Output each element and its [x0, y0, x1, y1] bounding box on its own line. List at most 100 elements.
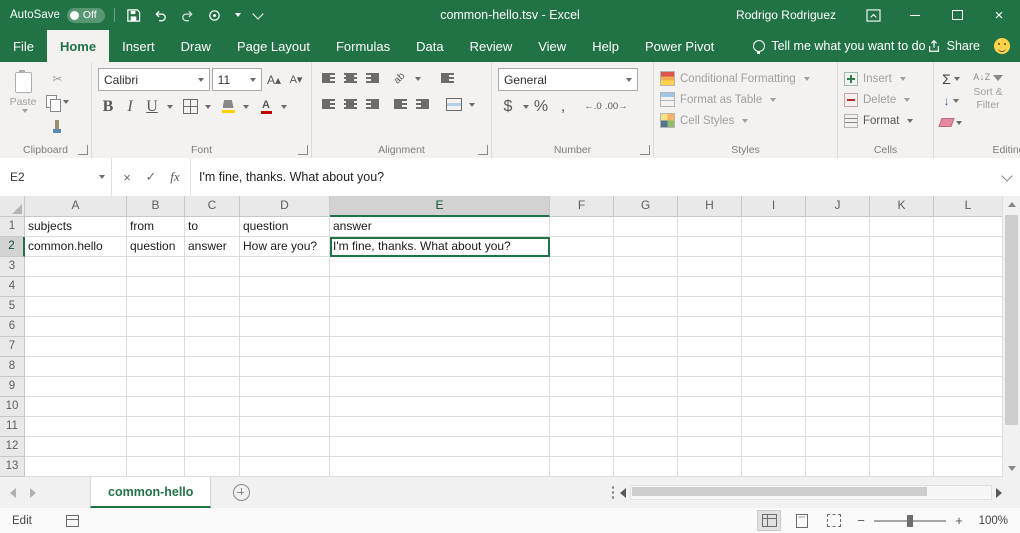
cell-C6[interactable]	[185, 317, 240, 337]
cell-J7[interactable]	[806, 337, 870, 357]
cell-C11[interactable]	[185, 417, 240, 437]
tab-draw[interactable]: Draw	[168, 30, 224, 62]
cell-A13[interactable]	[25, 457, 127, 477]
cell-E10[interactable]	[330, 397, 550, 417]
accounting-dropdown-icon[interactable]	[523, 105, 529, 109]
enter-entry-button[interactable]: ✓	[140, 165, 162, 189]
column-header-E[interactable]: E	[330, 196, 550, 217]
cell-H7[interactable]	[678, 337, 742, 357]
row-header-9[interactable]: 9	[0, 377, 25, 397]
row-header-8[interactable]: 8	[0, 357, 25, 377]
cell-D8[interactable]	[240, 357, 330, 377]
fill-button[interactable]: ↓	[940, 90, 962, 111]
vertical-scrollbar-thumb[interactable]	[1005, 215, 1018, 425]
scroll-right-button[interactable]	[996, 488, 1002, 498]
cell-A1[interactable]: subjects	[25, 217, 127, 237]
page-break-view-button[interactable]	[823, 511, 845, 530]
cell-C3[interactable]	[185, 257, 240, 277]
cell-A9[interactable]	[25, 377, 127, 397]
cell-D10[interactable]	[240, 397, 330, 417]
cell-F11[interactable]	[550, 417, 614, 437]
align-left-button[interactable]	[318, 94, 338, 115]
select-all-button[interactable]	[0, 196, 25, 217]
cell-C9[interactable]	[185, 377, 240, 397]
cell-L10[interactable]	[934, 397, 1003, 417]
scroll-up-button[interactable]	[1003, 196, 1020, 213]
cell-B3[interactable]	[127, 257, 185, 277]
paste-button[interactable]: Paste	[6, 68, 40, 138]
cell-F13[interactable]	[550, 457, 614, 477]
row-header-1[interactable]: 1	[0, 217, 25, 237]
sheet-tab-common-hello[interactable]: common-hello	[90, 477, 211, 508]
cell-H3[interactable]	[678, 257, 742, 277]
row-header-13[interactable]: 13	[0, 457, 25, 477]
cell-K12[interactable]	[870, 437, 934, 457]
save-button[interactable]	[124, 5, 144, 25]
tab-page-layout[interactable]: Page Layout	[224, 30, 323, 62]
merge-center-dropdown-icon[interactable]	[469, 103, 475, 107]
cell-D11[interactable]	[240, 417, 330, 437]
clear-button[interactable]	[940, 112, 962, 133]
fill-color-button[interactable]	[218, 96, 238, 117]
scroll-left-button[interactable]	[620, 488, 626, 498]
draw-touch-dropdown-icon[interactable]	[235, 13, 241, 17]
cell-H8[interactable]	[678, 357, 742, 377]
grow-font-button[interactable]: A▴	[264, 69, 284, 90]
formula-input[interactable]: I'm fine, thanks. What about you?	[191, 158, 994, 196]
next-sheet-button[interactable]	[30, 488, 36, 498]
cell-E8[interactable]	[330, 357, 550, 377]
comma-style-button[interactable]: ,	[553, 96, 573, 117]
cancel-entry-button[interactable]: ×	[116, 165, 138, 189]
cell-G4[interactable]	[614, 277, 678, 297]
cell-D5[interactable]	[240, 297, 330, 317]
column-header-H[interactable]: H	[678, 196, 742, 217]
cell-J10[interactable]	[806, 397, 870, 417]
delete-cells-button[interactable]: Delete	[844, 89, 928, 110]
bottom-align-button[interactable]	[362, 68, 382, 89]
redo-button[interactable]	[178, 5, 198, 25]
cell-B2[interactable]: question	[127, 237, 185, 257]
cell-I7[interactable]	[742, 337, 806, 357]
page-layout-view-button[interactable]	[791, 511, 813, 530]
row-header-3[interactable]: 3	[0, 257, 25, 277]
cell-H12[interactable]	[678, 437, 742, 457]
cell-D6[interactable]	[240, 317, 330, 337]
cell-K11[interactable]	[870, 417, 934, 437]
cell-G12[interactable]	[614, 437, 678, 457]
row-header-6[interactable]: 6	[0, 317, 25, 337]
top-align-button[interactable]	[318, 68, 338, 89]
cell-F5[interactable]	[550, 297, 614, 317]
horizontal-scrollbar-thumb[interactable]	[632, 487, 927, 496]
tab-power-pivot[interactable]: Power Pivot	[632, 30, 727, 62]
cell-I5[interactable]	[742, 297, 806, 317]
cell-L13[interactable]	[934, 457, 1003, 477]
cell-J11[interactable]	[806, 417, 870, 437]
cell-L4[interactable]	[934, 277, 1003, 297]
normal-view-button[interactable]	[757, 510, 781, 531]
cell-H11[interactable]	[678, 417, 742, 437]
cell-E5[interactable]	[330, 297, 550, 317]
font-color-dropdown-icon[interactable]	[281, 105, 287, 109]
cell-J12[interactable]	[806, 437, 870, 457]
customize-qat-button[interactable]	[248, 5, 268, 25]
cell-B11[interactable]	[127, 417, 185, 437]
cell-L7[interactable]	[934, 337, 1003, 357]
cell-J8[interactable]	[806, 357, 870, 377]
cut-button[interactable]: ✂	[46, 68, 69, 89]
format-as-table-button[interactable]: Format as Table	[660, 89, 832, 110]
minimize-button[interactable]	[894, 0, 936, 30]
cell-K7[interactable]	[870, 337, 934, 357]
cell-C4[interactable]	[185, 277, 240, 297]
cell-H6[interactable]	[678, 317, 742, 337]
increase-decimal-button[interactable]: ←.0	[583, 96, 603, 117]
cell-H10[interactable]	[678, 397, 742, 417]
cell-L6[interactable]	[934, 317, 1003, 337]
cell-C10[interactable]	[185, 397, 240, 417]
cell-I13[interactable]	[742, 457, 806, 477]
horizontal-scrollbar-track[interactable]	[630, 485, 992, 500]
tab-insert[interactable]: Insert	[109, 30, 168, 62]
zoom-slider[interactable]	[874, 520, 946, 522]
accounting-format-button[interactable]: $	[498, 96, 518, 117]
copy-button[interactable]	[46, 91, 69, 112]
font-color-button[interactable]: A	[256, 96, 276, 117]
